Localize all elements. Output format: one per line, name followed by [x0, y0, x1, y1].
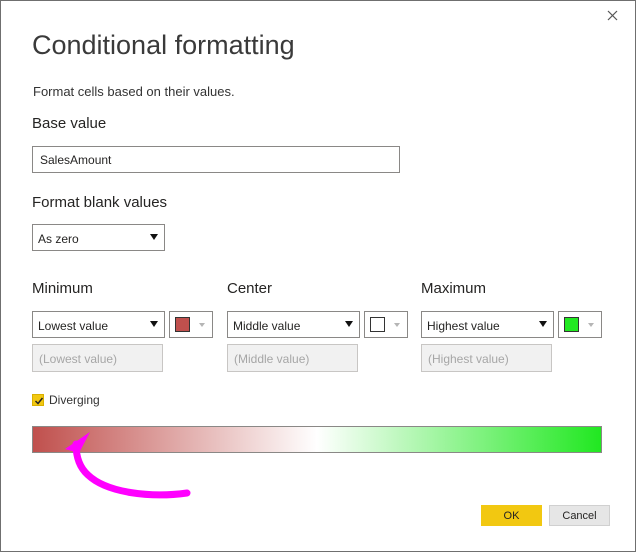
center-selected: Middle value — [233, 319, 301, 333]
format-blank-values-select[interactable]: As zero — [32, 224, 165, 251]
maximum-select[interactable]: Highest value — [421, 311, 554, 338]
maximum-selected: Highest value — [427, 319, 500, 333]
dialog-title: Conditional formatting — [32, 30, 295, 60]
close-icon[interactable] — [604, 7, 622, 25]
chevron-down-icon — [199, 323, 205, 327]
maximum-value-field: (Highest value) — [421, 344, 552, 372]
minimum-color-swatch — [175, 317, 190, 332]
center-select[interactable]: Middle value — [227, 311, 360, 338]
center-color-picker[interactable] — [364, 311, 408, 338]
center-color-swatch — [370, 317, 385, 332]
diverging-checkbox[interactable] — [32, 394, 44, 406]
chevron-down-icon — [394, 323, 400, 327]
chevron-down-icon — [588, 323, 594, 327]
ok-button[interactable]: OK — [481, 505, 542, 526]
format-blank-values-label: Format blank values — [32, 194, 168, 211]
color-gradient-preview — [32, 426, 602, 453]
minimum-select[interactable]: Lowest value — [32, 311, 165, 338]
checkmark-icon — [34, 397, 44, 405]
maximum-color-swatch — [564, 317, 579, 332]
cancel-button[interactable]: Cancel — [549, 505, 610, 526]
minimum-color-picker[interactable] — [169, 311, 213, 338]
minimum-value-field: (Lowest value) — [32, 344, 163, 372]
base-value-label: Base value — [32, 115, 107, 132]
chevron-down-icon — [539, 321, 547, 327]
chevron-down-icon — [150, 321, 158, 327]
dialog-subtitle: Format cells based on their values. — [33, 84, 235, 99]
chevron-down-icon — [345, 321, 353, 327]
center-value-field: (Middle value) — [227, 344, 358, 372]
minimum-selected: Lowest value — [38, 319, 109, 333]
center-label: Center — [227, 280, 273, 297]
maximum-label: Maximum — [421, 280, 487, 297]
format-blank-values-selected: As zero — [38, 232, 79, 246]
chevron-down-icon — [150, 234, 158, 240]
maximum-color-picker[interactable] — [558, 311, 602, 338]
diverging-label: Diverging — [49, 393, 100, 407]
minimum-label: Minimum — [32, 280, 93, 297]
conditional-formatting-dialog: Conditional formatting Format cells base… — [0, 0, 636, 552]
base-value-field[interactable]: SalesAmount — [32, 146, 400, 173]
